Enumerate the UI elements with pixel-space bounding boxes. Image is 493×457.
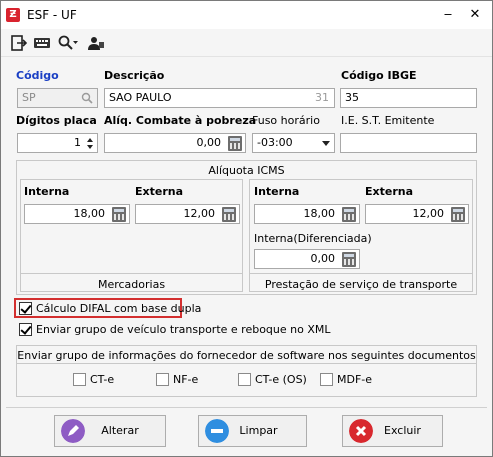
divider	[249, 273, 473, 274]
transp-externa-label: Externa	[365, 185, 414, 198]
descricao-label: Descrição	[104, 69, 165, 82]
nfe-checkbox[interactable]	[156, 373, 169, 386]
transp-interna-field[interactable]: 18,00	[254, 204, 360, 224]
descricao-field[interactable]: SAO PAULO 31	[104, 88, 335, 108]
spin-arrows-icon[interactable]	[86, 136, 94, 151]
limpar-button[interactable]: Limpar	[198, 415, 307, 447]
excluir-label: Excluir	[384, 424, 421, 437]
ie-st-label: I.E. S.T. Emitente	[341, 114, 435, 127]
cte-os-checkbox[interactable]	[238, 373, 251, 386]
transp-diferenciada-label: Interna(Diferenciada)	[254, 232, 372, 245]
codigo-label: Código	[16, 69, 59, 82]
difal-label: Cálculo DIFAL com base dupla	[36, 302, 202, 315]
calculator-icon[interactable]	[112, 207, 126, 222]
cte-os-label: CT-e (OS)	[255, 373, 307, 386]
aliquota-icms-title: Alíquota ICMS	[208, 164, 285, 177]
transp-interna-label: Interna	[254, 185, 300, 198]
transp-interna-value: 18,00	[303, 207, 336, 220]
exit-icon[interactable]	[11, 35, 27, 51]
minimize-button[interactable]: ‒	[438, 5, 458, 25]
title-bar: Ƶ ESF - UF ‒ ✕	[1, 1, 492, 29]
fornecedor-title: Enviar grupo de informações do fornecedo…	[17, 349, 476, 362]
divider	[16, 363, 477, 364]
digitos-placa-value: 1	[74, 136, 81, 149]
user-icon[interactable]	[88, 35, 104, 51]
mdfe-label: MDF-e	[337, 373, 373, 386]
merc-externa-label: Externa	[135, 185, 184, 198]
transp-diferenciada-value: 0,00	[310, 252, 336, 265]
divider	[6, 407, 487, 408]
aliq-pobreza-field[interactable]: 0,00	[104, 133, 246, 153]
codigo-field[interactable]: SP	[17, 88, 98, 108]
transp-externa-value: 12,00	[412, 207, 445, 220]
excluir-button[interactable]: Excluir	[342, 415, 443, 447]
descricao-value: SAO PAULO	[109, 91, 172, 104]
codigo-value: SP	[22, 91, 36, 104]
fuso-label: Fuso horário	[252, 114, 320, 127]
difal-checkbox[interactable]	[19, 302, 32, 315]
calculator-icon[interactable]	[451, 207, 465, 222]
codigo-ibge-label: Código IBGE	[341, 69, 417, 82]
merc-externa-field[interactable]: 12,00	[135, 204, 240, 224]
calculator-icon[interactable]	[342, 252, 356, 267]
transporte-footer: Prestação de serviço de transporte	[264, 278, 458, 291]
transp-diferenciada-field[interactable]: 0,00	[254, 249, 360, 269]
divider	[20, 273, 243, 274]
digitos-placa-stepper[interactable]: 1	[17, 133, 98, 153]
app-logo-icon: Ƶ	[6, 8, 20, 22]
merc-interna-field[interactable]: 18,00	[24, 204, 130, 224]
char-count: 31	[315, 91, 329, 104]
mercadorias-footer: Mercadorias	[97, 278, 166, 291]
merc-externa-value: 12,00	[183, 207, 216, 220]
chevron-down-icon	[322, 141, 330, 146]
fuso-select[interactable]: -03:00	[252, 133, 335, 153]
ie-st-field[interactable]	[340, 133, 477, 153]
calculator-icon[interactable]	[228, 136, 242, 151]
search-icon[interactable]	[58, 35, 78, 51]
window: Ƶ ESF - UF ‒ ✕ Código Descrição Código I…	[0, 0, 493, 457]
mdfe-checkbox[interactable]	[320, 373, 333, 386]
cte-label: CT-e	[90, 373, 115, 386]
calculator-icon[interactable]	[222, 207, 236, 222]
transp-externa-field[interactable]: 12,00	[365, 204, 469, 224]
codigo-ibge-value: 35	[345, 91, 359, 104]
nfe-label: NF-e	[173, 373, 199, 386]
calculator-icon[interactable]	[342, 207, 356, 222]
close-button[interactable]: ✕	[465, 5, 485, 25]
alterar-label: Alterar	[101, 424, 139, 437]
merc-interna-value: 18,00	[73, 207, 106, 220]
toolbar	[1, 29, 492, 57]
digitos-placa-label: Dígitos placa	[16, 114, 97, 127]
cte-checkbox[interactable]	[73, 373, 86, 386]
window-title: ESF - UF	[27, 8, 77, 22]
fuso-value: -03:00	[257, 136, 293, 149]
veiculo-checkbox[interactable]	[19, 323, 32, 336]
merc-interna-label: Interna	[24, 185, 70, 198]
limpar-label: Limpar	[239, 424, 278, 437]
keyboard-icon[interactable]	[34, 35, 50, 51]
codigo-ibge-field[interactable]: 35	[340, 88, 477, 108]
alterar-button[interactable]: Alterar	[54, 415, 166, 447]
search-icon[interactable]	[81, 92, 93, 104]
aliq-pobreza-label: Alíq. Combate à pobreza	[104, 114, 257, 127]
veiculo-label: Enviar grupo de veículo transporte e reb…	[36, 323, 331, 336]
aliq-pobreza-value: 0,00	[196, 136, 222, 149]
